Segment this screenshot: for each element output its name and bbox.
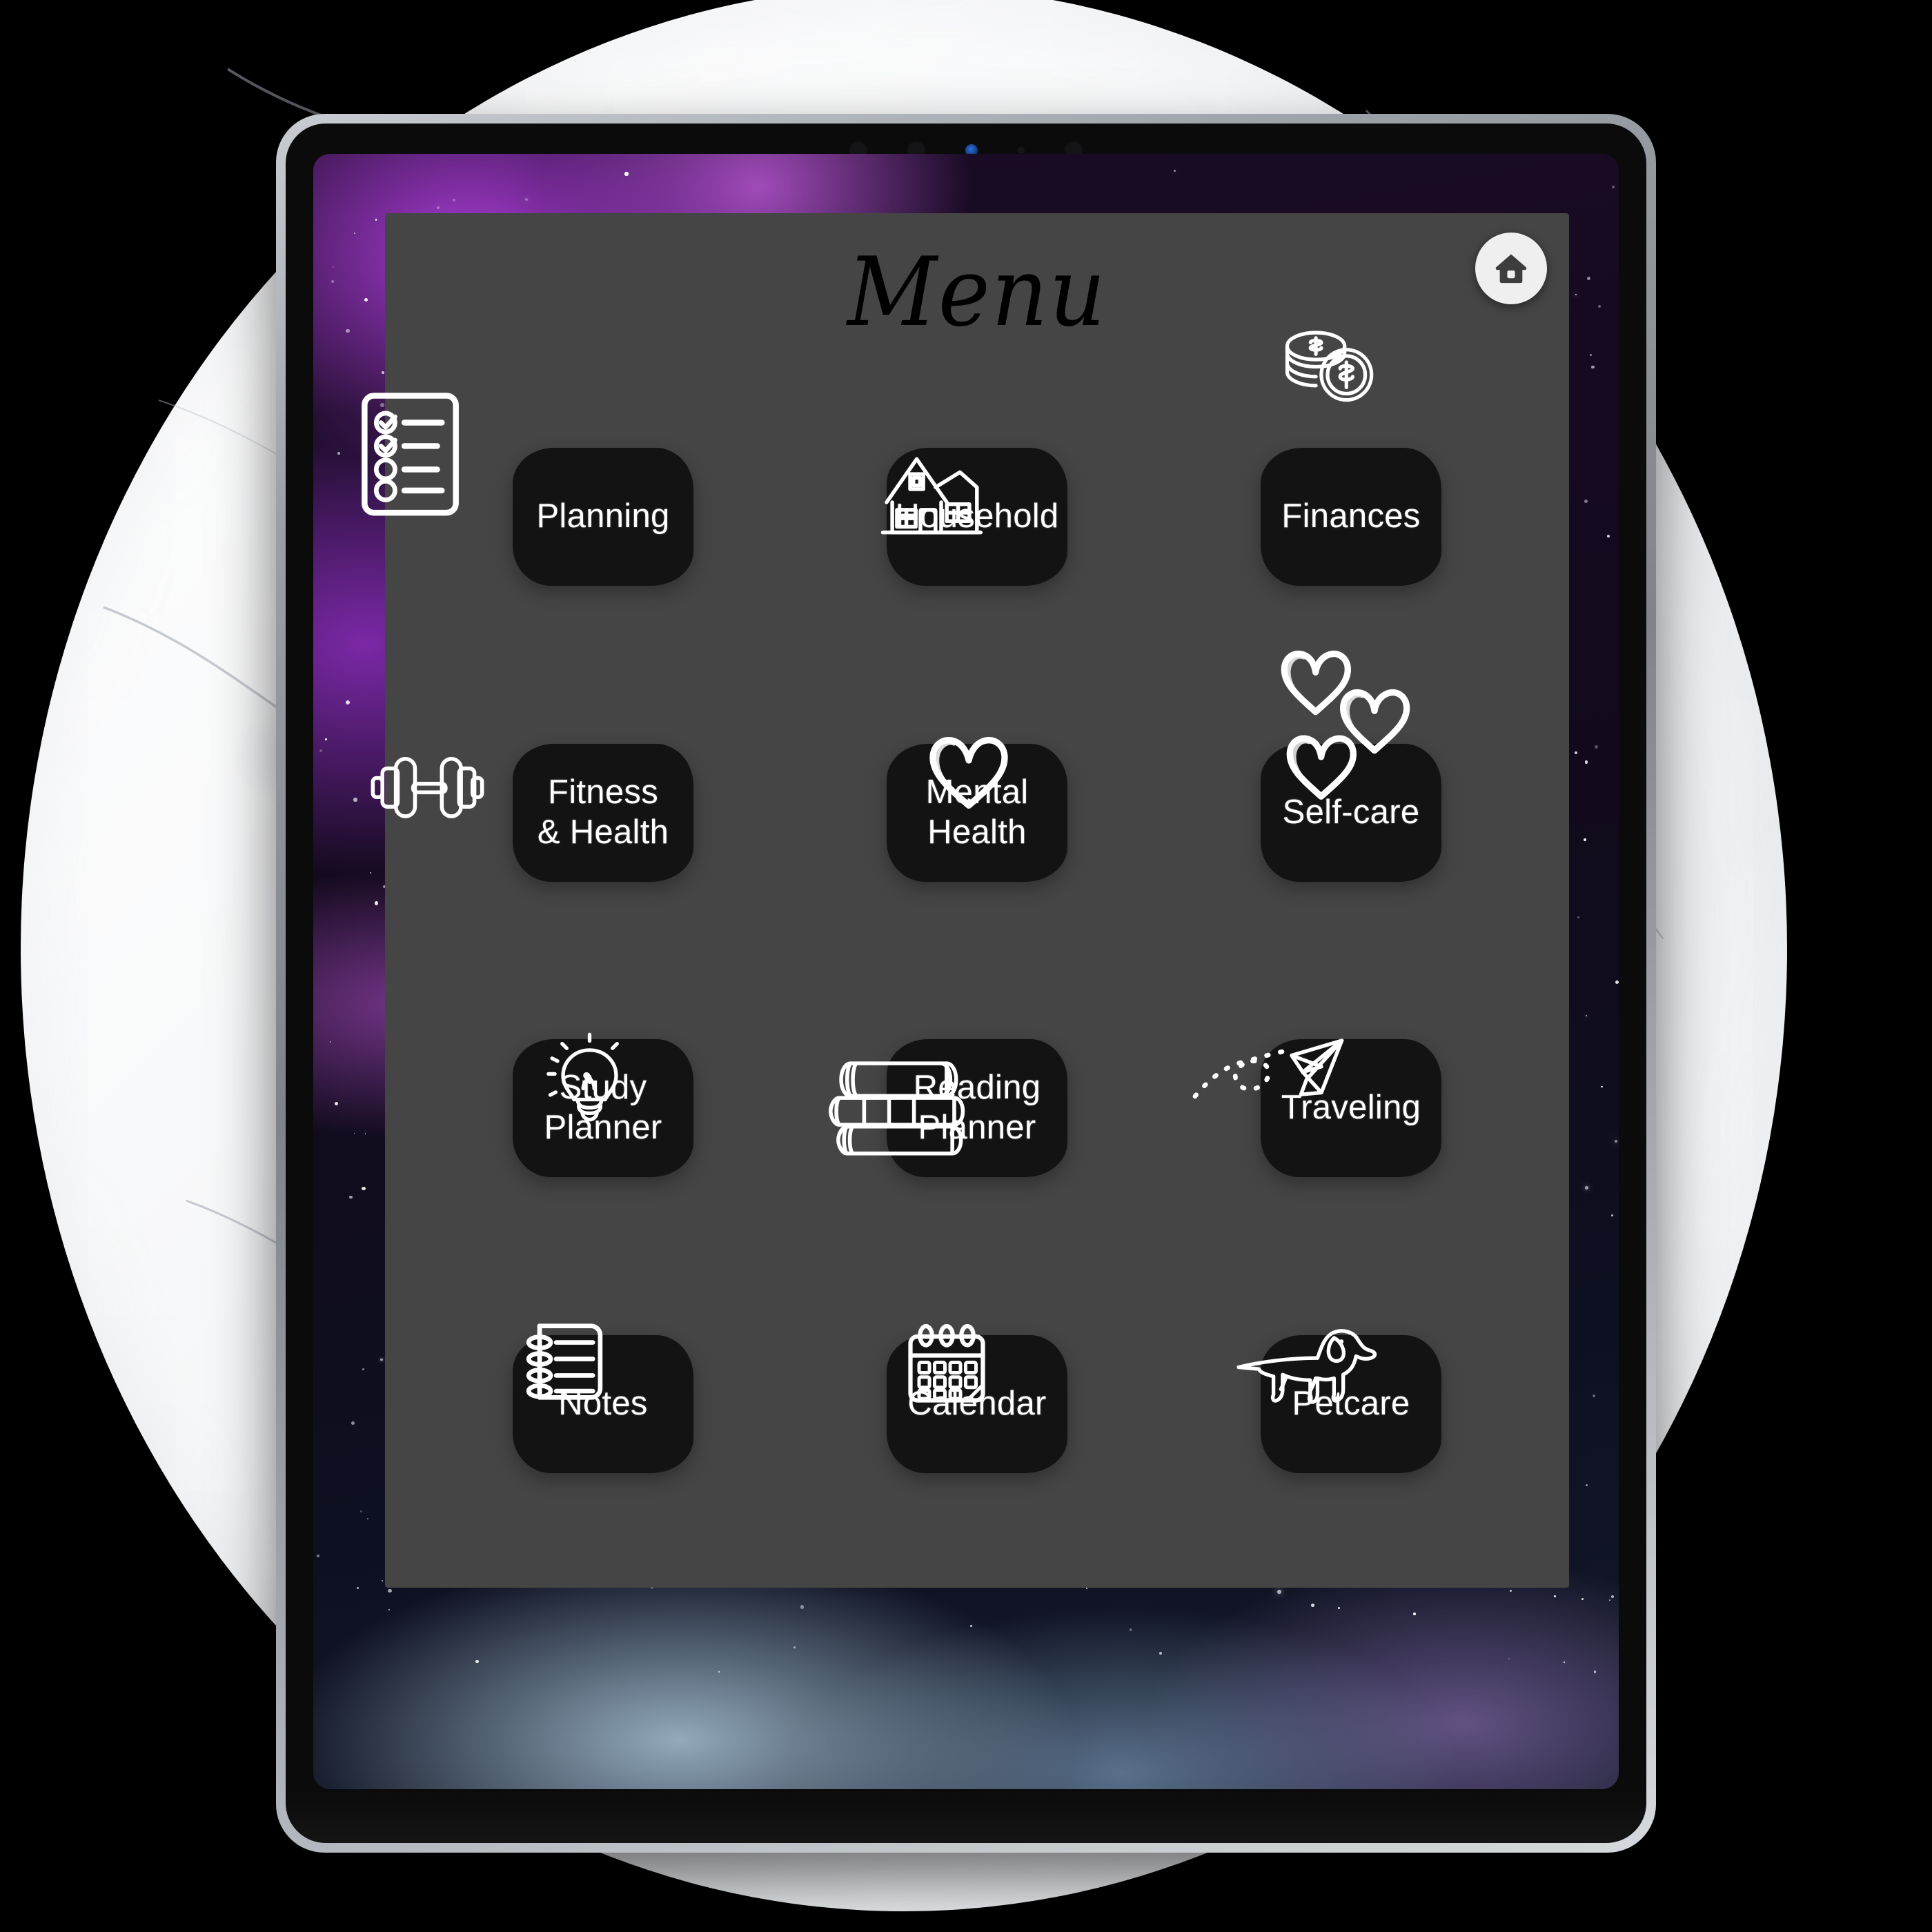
menu-tile-label: Study Planner (544, 1069, 662, 1147)
menu-tile-mental-health[interactable]: Mental Health (887, 743, 1067, 882)
menu-cell: Study Planner (428, 963, 778, 1254)
menu-tile-planning[interactable]: Planning (513, 448, 693, 586)
menu-tile-label: Calendar (907, 1384, 1047, 1422)
menu-tile-label: Self-care (1282, 793, 1420, 831)
menu-tile-reading-planner[interactable]: Reading Planner (887, 1039, 1067, 1178)
page-title: Menu (847, 237, 1107, 348)
menu-tile-notes[interactable]: Notes (513, 1334, 693, 1473)
menu-tile-calendar[interactable]: Calendar (887, 1334, 1067, 1473)
menu-tile-household[interactable]: Household (887, 448, 1067, 586)
menu-tile-label: Notes (558, 1384, 648, 1422)
tablet-screen: Menu Planning Household Finances Fitness… (313, 154, 1619, 1789)
menu-cell: Reading Planner (802, 963, 1152, 1254)
menu-cell: Traveling (1176, 963, 1526, 1254)
menu-tile-label: Household (895, 497, 1059, 535)
menu-tile-self-care[interactable]: Self-care (1261, 743, 1441, 882)
home-icon (1495, 254, 1527, 284)
menu-cell: Mental Health (802, 668, 1152, 958)
menu-tile-finances[interactable]: Finances (1261, 448, 1441, 586)
tablet-device: Menu Planning Household Finances Fitness… (276, 114, 1656, 1853)
menu-grid: Planning Household Finances Fitness & He… (362, 331, 1526, 1550)
menu-cell: Household (802, 372, 1152, 662)
home-button[interactable] (1475, 233, 1547, 304)
menu-cell: Notes (428, 1259, 778, 1550)
menu-tile-label: Mental Health (925, 773, 1029, 851)
menu-cell: Fitness & Health (371, 668, 778, 958)
menu-cell: Calendar (802, 1259, 1152, 1550)
menu-tile-label: Finances (1281, 497, 1421, 535)
scene: Menu Planning Household Finances Fitness… (0, 0, 1932, 1932)
menu-tile-label: Planning (536, 497, 670, 535)
menu-tile-traveling[interactable]: Traveling (1261, 1039, 1441, 1178)
menu-tile-label: Fitness & Health (537, 773, 669, 851)
dumbbell-icon (367, 745, 488, 828)
menu-panel: Menu Planning Household Finances Fitness… (362, 213, 1569, 1588)
tablet-bezel: Menu Planning Household Finances Fitness… (286, 124, 1646, 1843)
menu-tile-label: Traveling (1281, 1089, 1421, 1127)
menu-tile-fitness-health[interactable]: Fitness & Health (513, 743, 693, 882)
ambient-sensor-icon (1018, 147, 1025, 154)
menu-cell: Self-care (1176, 650, 1526, 958)
screen-chin-glow (286, 1789, 1646, 1843)
menu-tile-petcare[interactable]: Petcare (1261, 1334, 1441, 1473)
menu-tile-study-planner[interactable]: Study Planner (513, 1039, 693, 1178)
menu-cell: Planning (362, 372, 778, 662)
menu-tile-label: Petcare (1292, 1384, 1410, 1422)
menu-cell: Finances (1176, 331, 1526, 662)
menu-cell: Petcare (1176, 1259, 1526, 1550)
menu-tile-label: Reading Planner (913, 1069, 1041, 1147)
